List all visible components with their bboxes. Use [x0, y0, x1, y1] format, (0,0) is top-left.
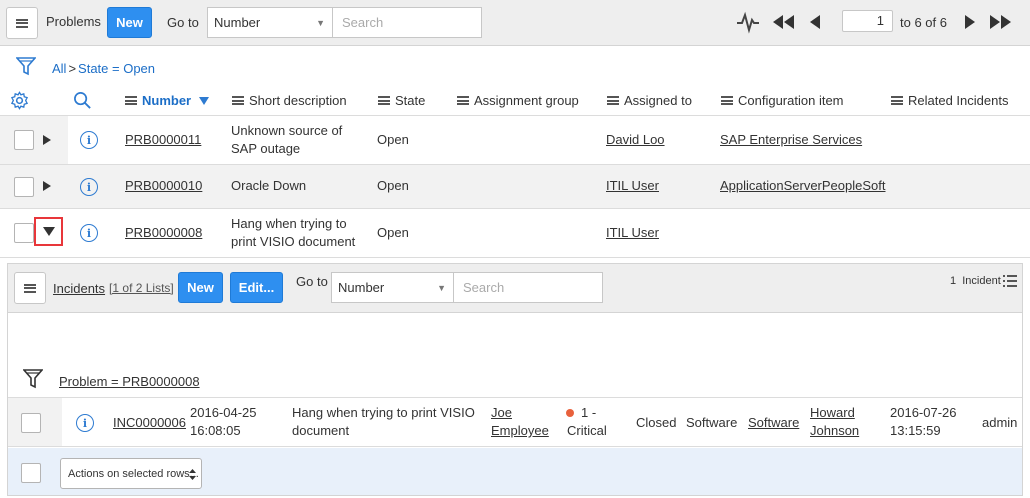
goto-field-select[interactable]: Number ▼ — [207, 7, 333, 38]
column-configuration-item[interactable]: Configuration item — [721, 93, 844, 108]
collapse-row-icon — [42, 227, 55, 236]
hamburger-icon — [16, 18, 28, 28]
column-menu-icon — [721, 96, 733, 105]
column-menu-icon — [607, 96, 619, 105]
related-edit-button[interactable]: Edit... — [230, 272, 283, 303]
search-input[interactable]: Search — [333, 7, 482, 38]
column-menu-icon — [125, 96, 137, 105]
table-row: i PRB0000008 Hang when trying to print V… — [0, 209, 1030, 258]
column-related-incidents[interactable]: Related Incidents — [891, 93, 1008, 108]
table-row: i PRB0000011 Unknown source of SAP outag… — [0, 116, 1030, 165]
table-row: i INC0000006 2016-04-25 16:08:05 Hang wh… — [8, 397, 1022, 447]
cell-configuration-item[interactable]: SAP Enterprise Services — [720, 131, 862, 149]
column-number[interactable]: Number — [125, 93, 210, 108]
related-filter-icon[interactable] — [22, 368, 44, 393]
column-menu-icon — [891, 96, 903, 105]
cell-priority: 1 - Critical — [567, 405, 607, 438]
cell-assignment-group[interactable]: Software — [748, 414, 799, 432]
breadcrumb-separator: > — [68, 61, 77, 76]
up-down-caret-icon — [189, 469, 196, 480]
breadcrumb-filter[interactable]: State = Open — [78, 61, 155, 76]
cell-number[interactable]: PRB0000010 — [125, 177, 202, 195]
page-number-input[interactable]: 1 — [842, 10, 893, 32]
collapse-row-button[interactable] — [34, 217, 63, 246]
related-search-input[interactable]: Search — [454, 272, 603, 303]
activity-icon[interactable] — [736, 10, 760, 37]
chevron-down-icon: ▼ — [316, 17, 325, 28]
next-page-icon[interactable] — [964, 15, 976, 32]
cell-number[interactable]: PRB0000008 — [125, 224, 202, 242]
cell-state: Open — [377, 178, 409, 193]
cell-state: Open — [377, 225, 409, 240]
hamburger-icon — [24, 283, 36, 293]
info-icon[interactable]: i — [80, 224, 98, 242]
column-assigned-to[interactable]: Assigned to — [607, 93, 692, 108]
expand-row-icon[interactable] — [43, 135, 51, 145]
prev-page-icon[interactable] — [809, 15, 821, 32]
gear-icon[interactable] — [10, 91, 29, 113]
related-filter-condition[interactable]: Problem = PRB0000008 — [59, 374, 200, 389]
info-icon[interactable]: i — [80, 178, 98, 196]
incident-count: 1 Incident — [950, 275, 1001, 287]
info-icon[interactable]: i — [80, 131, 98, 149]
column-short-description[interactable]: Short description — [232, 93, 347, 108]
list-title: Problems — [46, 14, 101, 29]
cell-configuration-item[interactable]: ApplicationServerPeopleSoft — [720, 177, 886, 195]
chevron-down-icon: ▼ — [437, 282, 446, 293]
column-assignment-group[interactable]: Assignment group — [457, 93, 579, 108]
filter-icon[interactable] — [15, 56, 37, 79]
breadcrumb-all[interactable]: All — [52, 61, 66, 76]
select-all-checkbox[interactable] — [21, 463, 41, 483]
cell-short-description: Hang when trying to print VISIO document — [231, 216, 356, 249]
goto-field-value: Number — [214, 15, 261, 30]
cell-updated: 2016-07-26 13:15:59 — [890, 405, 957, 438]
cell-number[interactable]: PRB0000011 — [125, 131, 201, 149]
last-page-icon[interactable] — [989, 15, 1013, 32]
cell-assigned-to[interactable]: David Loo — [606, 131, 665, 149]
cell-state: Closed — [636, 415, 677, 430]
cell-caller[interactable]: Joe Employee — [491, 404, 556, 440]
cell-short-description: Oracle Down — [231, 178, 307, 193]
row-checkbox[interactable] — [21, 413, 41, 433]
cell-assigned-to[interactable]: ITIL User — [606, 177, 659, 195]
expand-row-icon[interactable] — [43, 181, 51, 191]
search-icon[interactable] — [73, 91, 92, 113]
related-goto-field-select[interactable]: Number ▼ — [331, 272, 454, 303]
cell-state: Open — [377, 132, 409, 147]
row-checkbox[interactable] — [14, 130, 34, 150]
page-range: to 6 of 6 — [900, 15, 947, 30]
related-menu-button[interactable] — [14, 272, 46, 304]
table-row: i PRB0000010 Oracle Down Open ITIL User … — [0, 165, 1030, 209]
cell-category: Software — [686, 415, 738, 430]
related-goto-field-value: Number — [338, 280, 385, 295]
cell-assigned-to[interactable]: Howard Johnson — [810, 404, 872, 440]
cell-opened: 2016-04-25 16:08:05 — [190, 405, 257, 438]
row-selector-cell — [0, 116, 68, 164]
related-new-button[interactable]: New — [178, 272, 223, 303]
row-checkbox[interactable] — [14, 223, 34, 243]
cell-short-description: Hang when trying to print VISIO document — [292, 405, 475, 438]
first-page-icon[interactable] — [771, 15, 795, 32]
column-state[interactable]: State — [378, 93, 425, 108]
breadcrumb: All > State = Open — [52, 61, 155, 76]
related-goto-label: Go to — [296, 274, 328, 289]
column-menu-icon — [378, 96, 390, 105]
column-menu-icon — [232, 96, 244, 105]
list-view-icon[interactable] — [1003, 275, 1017, 290]
cell-short-description: Unknown source of SAP outage — [231, 123, 343, 156]
actions-select[interactable]: Actions on selected rows... — [60, 458, 202, 489]
new-button[interactable]: New — [107, 7, 152, 38]
sort-down-icon — [199, 96, 210, 105]
row-checkbox[interactable] — [14, 177, 34, 197]
related-list-title[interactable]: Incidents [1 of 2 Lists] — [53, 281, 174, 296]
column-menu-icon — [457, 96, 469, 105]
cell-assigned-to[interactable]: ITIL User — [606, 224, 659, 242]
list-menu-button[interactable] — [6, 7, 38, 39]
goto-label: Go to — [167, 15, 199, 30]
cell-number[interactable]: INC0000006 — [113, 414, 186, 432]
info-icon[interactable]: i — [76, 414, 94, 432]
cell-updated-by: admin — [982, 415, 1018, 430]
